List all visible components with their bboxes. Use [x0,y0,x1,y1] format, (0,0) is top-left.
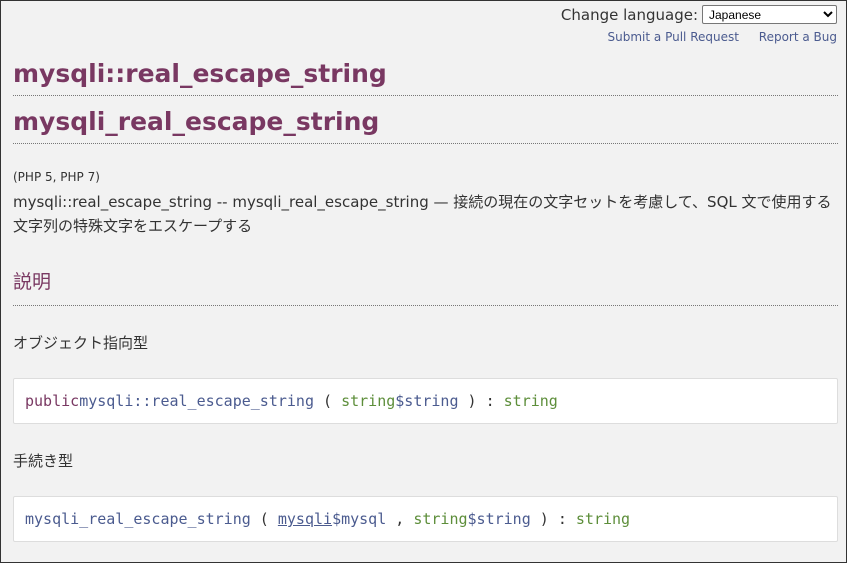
page-title-procedural: mysqli_real_escape_string [13,105,838,144]
contribute-links: Submit a Pull Request Report a Bug [561,30,837,44]
signature-close-paren: ) : [530,510,576,528]
oo-method-signature: public mysqli::real_escape_string ( stri… [13,378,838,424]
top-bar: Change language: Japanese Submit a Pull … [561,5,837,44]
signature-param-string: $string [467,510,531,528]
procedural-method-signature: mysqli_real_escape_string ( mysqli $mysq… [13,496,838,542]
signature-return-type: string [503,392,558,410]
signature-open-paren: ( [314,392,342,410]
signature-close-paren: ) : [458,392,504,410]
function-purpose: mysqli::real_escape_string -- mysqli_rea… [13,193,832,235]
signature-open-paren: ( [250,510,278,528]
procedural-style-label: 手続き型 [13,452,74,470]
signature-param-type: string [341,392,396,410]
mysqli-class-link[interactable]: mysqli [278,510,332,528]
signature-param-type: string [413,510,468,528]
language-chooser: Change language: Japanese [561,5,837,24]
php-versions: (PHP 5, PHP 7) [13,170,100,184]
signature-modifier: public [25,392,80,410]
report-bug-link[interactable]: Report a Bug [759,30,837,44]
signature-return-type: string [575,510,631,528]
language-select[interactable]: Japanese [702,5,837,24]
signature-function-name: mysqli_real_escape_string [25,510,251,528]
signature-param-mysql: $mysql [332,510,387,528]
signature-separator: , [386,510,414,528]
page-title-oo: mysqli::real_escape_string [13,57,838,96]
description-heading: 説明 [13,267,838,306]
change-language-label: Change language: [560,5,698,24]
signature-param-name: $string [395,392,459,410]
signature-method-name: mysqli::real_escape_string [79,392,314,410]
main-content: mysqli::real_escape_string mysqli_real_e… [13,57,838,542]
oo-style-label: オブジェクト指向型 [13,334,149,352]
submit-pull-request-link[interactable]: Submit a Pull Request [608,30,739,44]
